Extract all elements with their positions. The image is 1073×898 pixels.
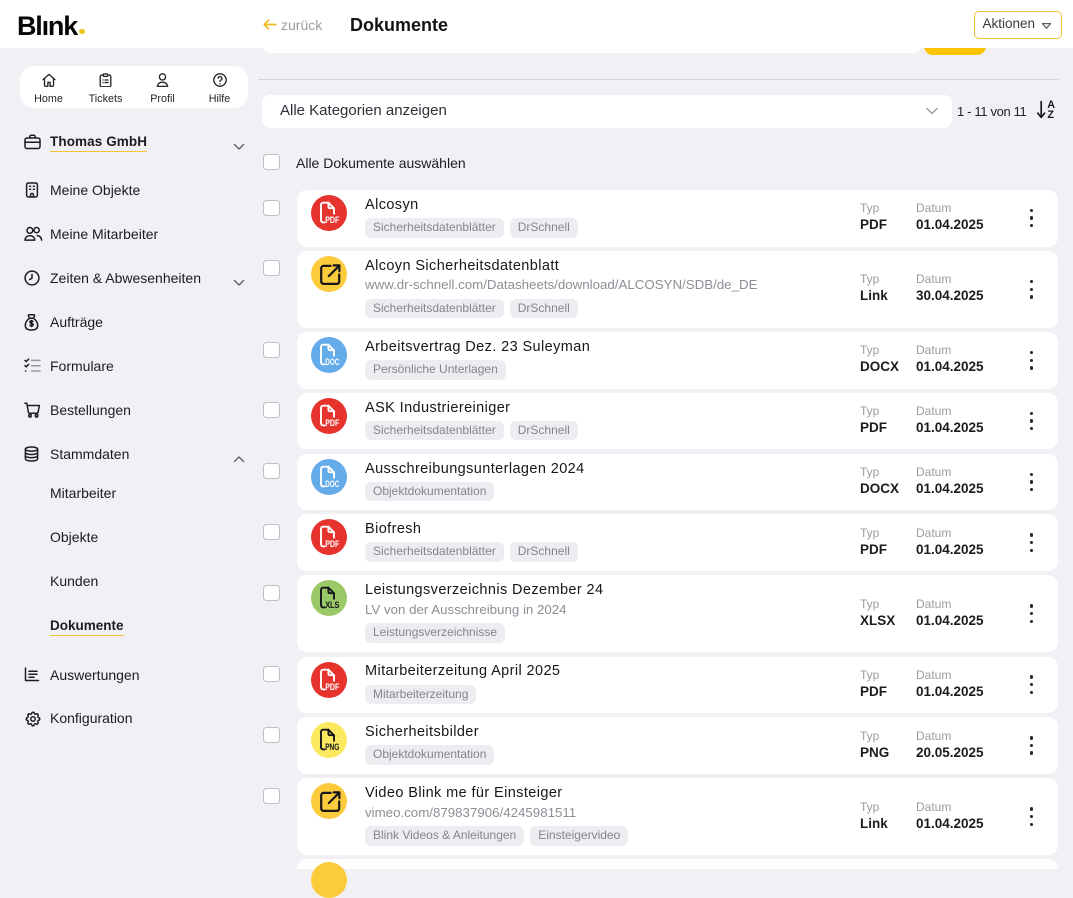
svg-text:DOC: DOC: [325, 479, 339, 490]
svg-text:PDF: PDF: [325, 682, 339, 693]
svg-text:PNG: PNG: [325, 742, 339, 753]
svg-text:Z: Z: [1047, 109, 1054, 120]
svg-text:PDF: PDF: [325, 539, 339, 550]
svg-text:DOC: DOC: [325, 357, 339, 368]
svg-text:PDF: PDF: [325, 418, 339, 429]
svg-text:PDF: PDF: [325, 215, 339, 226]
svg-text:XLS: XLS: [325, 600, 340, 611]
